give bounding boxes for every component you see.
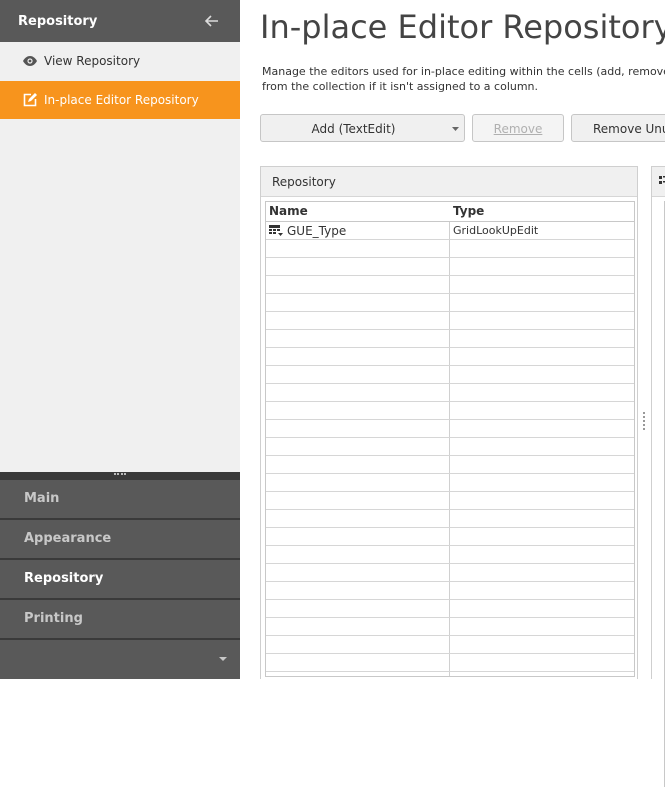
empty-table-row <box>266 276 634 294</box>
nav-overflow-button[interactable] <box>0 641 240 679</box>
nav-group-label: Appearance <box>24 531 112 546</box>
nav-group-label: Main <box>24 491 60 506</box>
grid-lookup-icon <box>269 225 284 240</box>
cell-type: GridLookUpEdit <box>453 224 539 237</box>
back-arrow-icon[interactable] <box>204 13 220 29</box>
empty-table-row <box>266 654 634 672</box>
panel-title: Repository <box>272 175 336 189</box>
repository-panel: Repository Name Type GUE_Type GridLookUp… <box>260 166 638 679</box>
grid-header: Name Type <box>266 202 634 222</box>
add-editor-button[interactable]: Add (TextEdit) <box>260 114 465 142</box>
empty-table-row <box>266 636 634 654</box>
empty-table-row <box>266 474 634 492</box>
column-header-type[interactable]: Type <box>453 204 484 218</box>
page-description: Manage the editors used for in-place edi… <box>262 64 665 94</box>
dropdown-caret-icon[interactable] <box>452 127 459 131</box>
panel-splitter[interactable] <box>643 412 648 430</box>
add-button-label: Add (TextEdit) <box>311 122 396 136</box>
empty-table-row <box>266 510 634 528</box>
empty-table-row <box>266 330 634 348</box>
empty-table-row <box>266 294 634 312</box>
empty-table-row <box>266 456 634 474</box>
empty-table-row <box>266 492 634 510</box>
empty-table-row <box>266 312 634 330</box>
table-row[interactable]: GUE_Type GridLookUpEdit <box>266 222 634 240</box>
sidebar-title: Repository <box>18 14 98 29</box>
categorized-icon[interactable] <box>659 176 665 186</box>
nav-group-appearance[interactable]: Appearance <box>0 520 240 560</box>
remove-button-label: Remove <box>493 122 543 136</box>
nav-group-repository[interactable]: Repository <box>0 560 240 600</box>
sidebar-item-label: View Repository <box>44 54 141 68</box>
nav-group-label: Printing <box>24 611 83 626</box>
empty-table-row <box>266 420 634 438</box>
description-line: Manage the editors used for in-place edi… <box>262 65 665 78</box>
page-title: In-place Editor Repository <box>260 8 665 46</box>
sidebar-item-view-repository[interactable]: View Repository <box>0 42 240 80</box>
empty-table-row <box>266 564 634 582</box>
eye-icon <box>22 53 38 69</box>
properties-panel <box>651 166 665 787</box>
description-line: from the collection if it isn't assigned… <box>262 80 539 93</box>
repository-grid[interactable]: Name Type GUE_Type GridLookUpEdit <box>265 201 635 677</box>
sidebar-item-inplace-editor-repository[interactable]: In-place Editor Repository <box>0 81 240 119</box>
edit-icon <box>22 92 38 108</box>
empty-table-row <box>266 618 634 636</box>
empty-table-row <box>266 600 634 618</box>
empty-table-row <box>266 258 634 276</box>
column-header-name[interactable]: Name <box>269 204 308 218</box>
sidebar-splitter[interactable] <box>0 472 240 480</box>
empty-table-row <box>266 348 634 366</box>
remove-unused-button-label: Remove Unus <box>593 122 665 136</box>
sidebar-item-label: In-place Editor Repository <box>44 93 199 107</box>
chevron-down-icon <box>219 657 227 661</box>
empty-table-row <box>266 438 634 456</box>
nav-group-label: Repository <box>24 571 104 586</box>
remove-button[interactable]: Remove <box>472 114 564 142</box>
remove-unused-button[interactable]: Remove Unus <box>571 114 665 142</box>
bottom-nav: Main Appearance Repository Printing <box>0 480 240 679</box>
empty-table-row <box>266 672 634 676</box>
sidebar-header: Repository <box>0 0 240 42</box>
cell-name: GUE_Type <box>287 224 347 238</box>
empty-table-row <box>266 582 634 600</box>
empty-table-row <box>266 384 634 402</box>
nav-group-main[interactable]: Main <box>0 480 240 520</box>
empty-table-row <box>266 402 634 420</box>
panel-header: Repository <box>261 167 637 197</box>
nav-group-printing[interactable]: Printing <box>0 600 240 640</box>
empty-table-row <box>266 366 634 384</box>
sidebar: Repository View Repository In-place Edit… <box>0 0 240 679</box>
empty-table-row <box>266 240 634 258</box>
empty-table-row <box>266 528 634 546</box>
properties-panel-header <box>652 167 665 197</box>
empty-table-row <box>266 546 634 564</box>
